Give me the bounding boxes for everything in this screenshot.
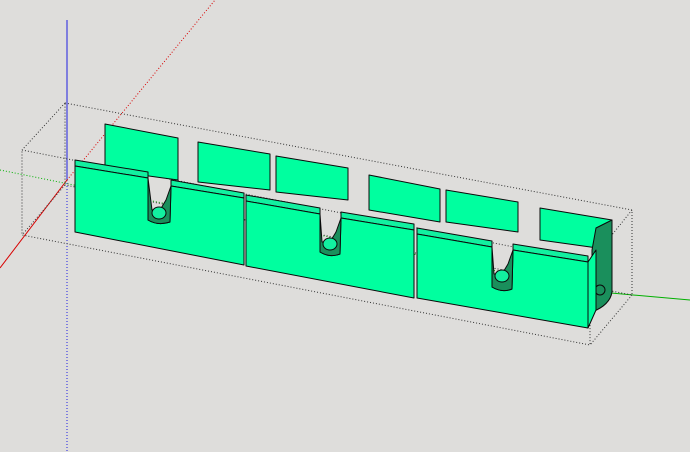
3d-scene-canvas[interactable]: [0, 0, 690, 452]
red-axis-solid: [0, 179, 68, 269]
modeling-viewport[interactable]: [0, 0, 690, 452]
green-axis-solid: [599, 291, 690, 301]
